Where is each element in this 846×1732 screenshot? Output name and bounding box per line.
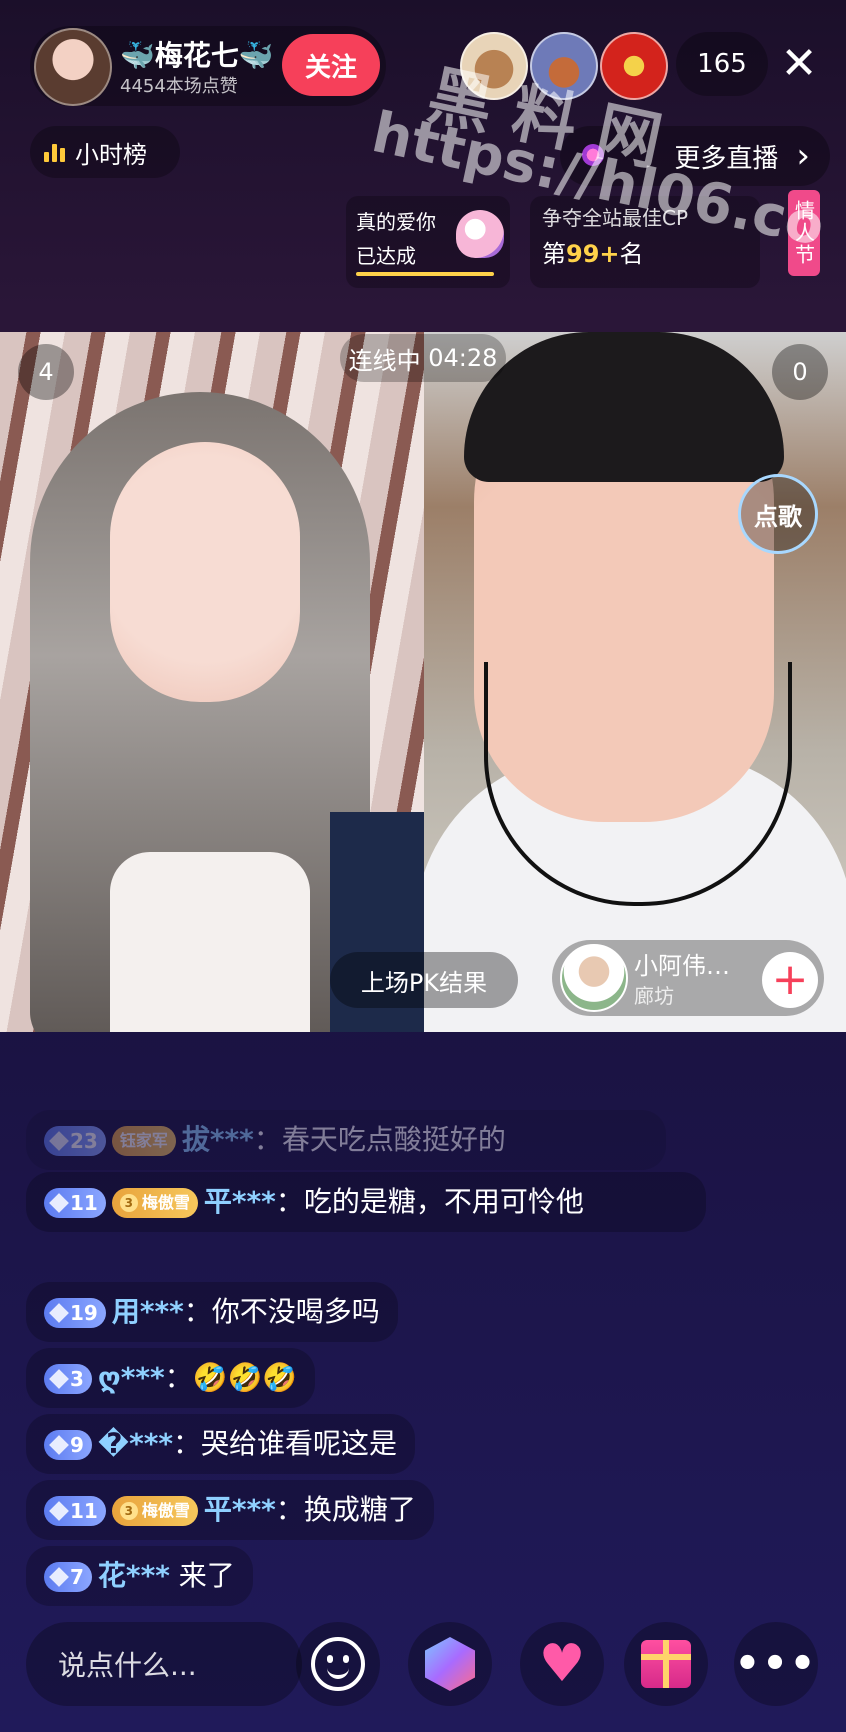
fan-badge: 钰家军 bbox=[111, 1126, 176, 1156]
guest-video bbox=[424, 332, 846, 1032]
hourly-rank-label: 小时榜 bbox=[75, 140, 147, 169]
follow-button[interactable]: 关注 bbox=[282, 34, 380, 96]
love-goal-title: 真的爱你 bbox=[356, 210, 436, 234]
bar-chart-icon bbox=[44, 142, 65, 162]
host-name: 🐳梅花七🐳 bbox=[120, 39, 274, 72]
chat-message[interactable]: 7 花*** 来了 bbox=[26, 1546, 253, 1606]
right-score: 0 bbox=[772, 344, 828, 400]
cp-rank-value: 第99+名 bbox=[542, 240, 644, 268]
cube-icon bbox=[425, 1637, 475, 1691]
love-goal-progress bbox=[356, 272, 494, 276]
fan-badge: 3 梅傲雪 bbox=[111, 1188, 198, 1218]
chat-text: 哭给谁看呢这是 bbox=[201, 1427, 398, 1460]
heart-gift-icon bbox=[456, 210, 504, 258]
love-goal-status: 已达成 bbox=[356, 244, 416, 268]
fan-badge: 3 梅傲雪 bbox=[111, 1496, 198, 1526]
level-badge: 9 bbox=[44, 1430, 92, 1460]
guest-avatar[interactable] bbox=[560, 944, 628, 1012]
chat-text: 吃的是糖，不用可怜他 bbox=[303, 1185, 584, 1218]
host-likes: 4454本场点赞 bbox=[120, 76, 238, 97]
gift-icon bbox=[641, 1640, 691, 1688]
level-badge: 7 bbox=[44, 1562, 92, 1592]
pk-status: 连线中 04:28 bbox=[340, 334, 506, 382]
heart-icon: ♥ bbox=[538, 1634, 586, 1694]
level-badge: 11 bbox=[44, 1496, 106, 1526]
chat-username[interactable]: 花*** bbox=[98, 1559, 170, 1592]
comment-input[interactable]: 说点什么... bbox=[26, 1622, 302, 1706]
chat-message[interactable]: 11 3 梅傲雪 平***：吃的是糖，不用可怜他 bbox=[26, 1172, 706, 1232]
chat-username[interactable]: ღ*** bbox=[98, 1361, 165, 1394]
more-button[interactable]: ••• bbox=[734, 1622, 818, 1706]
pk-timer: 04:28 bbox=[428, 344, 498, 372]
plus-icon[interactable]: + bbox=[762, 952, 818, 1008]
hourly-rank-button[interactable]: 小时榜 bbox=[30, 126, 180, 178]
chevron-right-icon: › bbox=[796, 136, 810, 176]
smile-icon bbox=[311, 1637, 365, 1691]
chat-message[interactable]: 3 ღ***：🤣🤣🤣 bbox=[26, 1348, 316, 1408]
level-badge: 11 bbox=[44, 1188, 106, 1218]
host-avatar[interactable] bbox=[34, 28, 112, 106]
request-song-button[interactable]: 点歌 bbox=[738, 474, 818, 554]
level-badge: 19 bbox=[44, 1298, 106, 1328]
gift-button[interactable] bbox=[624, 1622, 708, 1706]
pk-result-button[interactable]: 上场PK结果 bbox=[330, 952, 518, 1008]
chat-text: 换成糖了 bbox=[303, 1493, 416, 1526]
chat-username[interactable]: 平*** bbox=[204, 1493, 276, 1526]
chat-text: 春天吃点酸挺好的 bbox=[281, 1123, 506, 1156]
chat-username[interactable]: 平*** bbox=[204, 1185, 276, 1218]
chat-username[interactable]: �*** bbox=[98, 1427, 173, 1460]
fan-club-button[interactable] bbox=[408, 1622, 492, 1706]
like-button[interactable]: ♥ bbox=[520, 1622, 604, 1706]
level-badge: 23 bbox=[44, 1126, 106, 1156]
guest-name: 小阿伟… bbox=[634, 952, 730, 980]
chat-message[interactable]: 19 用***：你不没喝多吗 bbox=[26, 1282, 398, 1342]
chat-message[interactable]: 11 3 梅傲雪 平***：换成糖了 bbox=[26, 1480, 434, 1540]
chat-text: 你不没喝多吗 bbox=[211, 1295, 380, 1328]
chat-username[interactable]: 拔*** bbox=[182, 1123, 254, 1156]
chat-message[interactable]: 23 钰家军 拔***：春天吃点酸挺好的 bbox=[26, 1110, 666, 1170]
chat-message[interactable]: 9 �***：哭给谁看呢这是 bbox=[26, 1414, 416, 1474]
level-badge: 3 bbox=[44, 1364, 92, 1394]
chat-text: 来了 bbox=[178, 1559, 235, 1592]
chat-username[interactable]: 用*** bbox=[112, 1295, 184, 1328]
more-icon: ••• bbox=[734, 1641, 818, 1687]
host-video bbox=[0, 332, 424, 1032]
guest-location: 廊坊 bbox=[634, 984, 674, 1008]
left-score: 4 bbox=[18, 344, 74, 400]
emoji-button[interactable] bbox=[296, 1622, 380, 1706]
close-icon[interactable]: ✕ bbox=[774, 38, 824, 89]
chat-text: 🤣🤣🤣 bbox=[192, 1361, 298, 1394]
viewer-count[interactable]: 165 bbox=[676, 32, 768, 96]
